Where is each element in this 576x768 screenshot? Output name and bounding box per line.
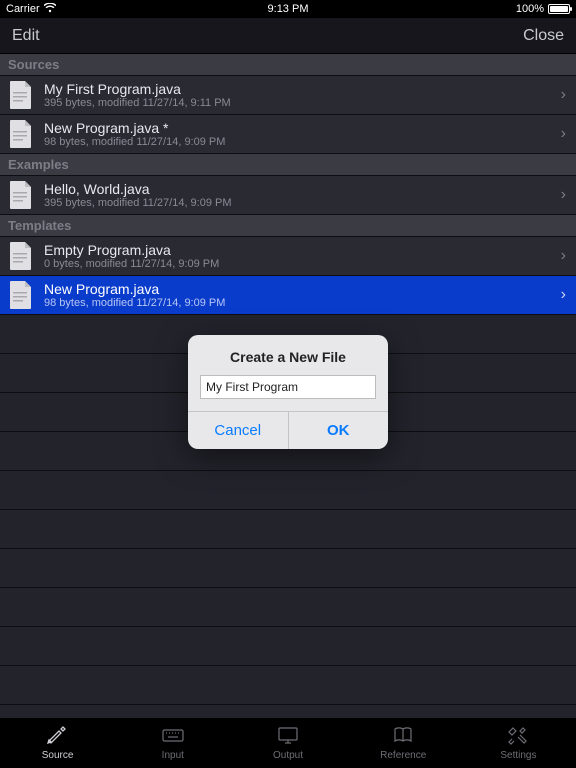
file-meta: 98 bytes, modified 11/27/14, 9:09 PM [44,297,561,310]
chevron-right-icon: › [561,247,566,265]
cancel-button[interactable]: Cancel [188,412,289,449]
empty-row [0,471,576,510]
document-icon [8,80,34,110]
file-title: New Program.java * [44,120,561,136]
empty-row [0,627,576,666]
list-item[interactable]: Hello, World.java 395 bytes, modified 11… [0,176,576,215]
document-icon [8,119,34,149]
file-title: Empty Program.java [44,242,561,258]
tab-settings[interactable]: Settings [461,718,576,768]
carrier-label: Carrier [6,3,40,15]
battery-icon [548,4,570,14]
close-button[interactable]: Close [523,27,564,45]
file-meta: 0 bytes, modified 11/27/14, 9:09 PM [44,258,561,271]
section-header-templates: Templates [0,215,576,237]
tab-label: Source [42,750,74,761]
list-item[interactable]: New Program.java 98 bytes, modified 11/2… [0,276,576,315]
file-title: Hello, World.java [44,181,561,197]
filename-input[interactable] [200,375,376,399]
empty-row [0,588,576,627]
pen-icon [46,725,70,748]
file-meta: 395 bytes, modified 11/27/14, 9:09 PM [44,197,561,210]
file-meta: 395 bytes, modified 11/27/14, 9:11 PM [44,97,561,110]
navigation-bar: Edit Close [0,18,576,54]
ok-button[interactable]: OK [289,412,389,449]
file-title: New Program.java [44,281,561,297]
chevron-right-icon: › [561,286,566,304]
document-icon [8,280,34,310]
edit-button[interactable]: Edit [12,27,40,45]
new-file-dialog: Create a New File Cancel OK [188,335,388,449]
tab-input[interactable]: Input [115,718,230,768]
status-bar: Carrier 9:13 PM 100% [0,0,576,18]
tab-bar: Source Input Output Reference Settings [0,718,576,768]
chevron-right-icon: › [561,86,566,104]
empty-row [0,549,576,588]
tab-label: Settings [500,750,536,761]
file-meta: 98 bytes, modified 11/27/14, 9:09 PM [44,136,561,149]
keyboard-icon [161,725,185,748]
list-item[interactable]: My First Program.java 395 bytes, modifie… [0,76,576,115]
battery-percent: 100% [516,3,544,15]
tools-icon [506,725,530,748]
tab-source[interactable]: Source [0,718,115,768]
chevron-right-icon: › [561,186,566,204]
section-header-sources: Sources [0,54,576,76]
tab-output[interactable]: Output [230,718,345,768]
list-item[interactable]: New Program.java * 98 bytes, modified 11… [0,115,576,154]
chevron-right-icon: › [561,125,566,143]
empty-row [0,510,576,549]
clock-label: 9:13 PM [194,3,382,15]
empty-row [0,666,576,705]
wifi-icon [44,3,56,16]
document-icon [8,241,34,271]
document-icon [8,180,34,210]
section-header-examples: Examples [0,154,576,176]
monitor-icon [276,725,300,748]
tab-label: Reference [380,750,426,761]
tab-reference[interactable]: Reference [346,718,461,768]
tab-label: Input [162,750,184,761]
dialog-title: Create a New File [188,335,388,375]
tab-label: Output [273,750,303,761]
book-icon [391,725,415,748]
file-title: My First Program.java [44,81,561,97]
empty-row [0,705,576,718]
list-item[interactable]: Empty Program.java 0 bytes, modified 11/… [0,237,576,276]
